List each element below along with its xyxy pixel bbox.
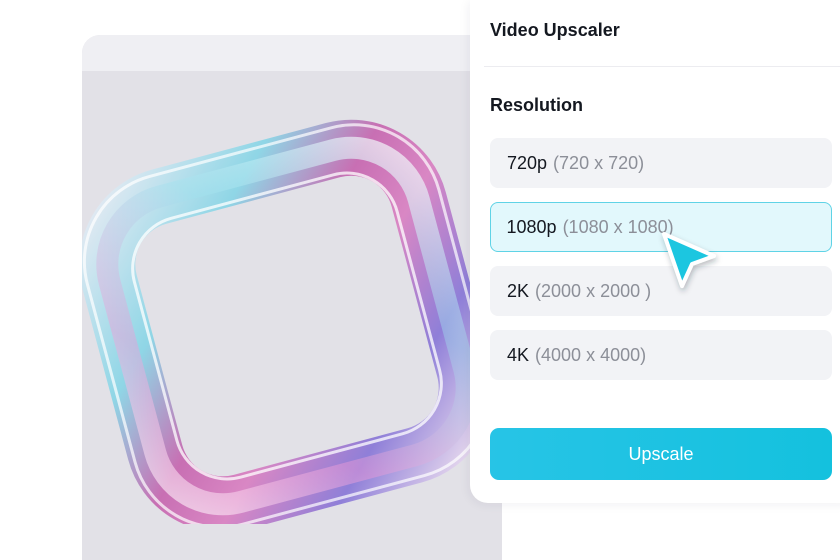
glass-square-artwork (82, 119, 495, 524)
option-dimensions: (4000 x 4000) (535, 344, 647, 365)
option-name: 1080p (506, 216, 557, 237)
option-name: 2K (507, 280, 530, 301)
mouse-pointer-icon (662, 232, 716, 288)
resolution-label: Resolution (490, 95, 583, 115)
resolution-option-720p[interactable]: 720p (720 x 720) (490, 138, 832, 188)
option-dimensions: (720 x 720) (553, 152, 645, 173)
resolution-option-4k[interactable]: 4K (4000 x 4000) (490, 330, 832, 380)
option-name: 720p (507, 152, 548, 173)
video-preview (82, 35, 502, 560)
panel-title: Video Upscaler (490, 20, 620, 40)
option-name: 4K (507, 344, 530, 365)
upscale-button[interactable]: Upscale (490, 428, 832, 480)
divider (484, 66, 840, 67)
option-dimensions: (2000 x 2000 ) (535, 280, 652, 301)
